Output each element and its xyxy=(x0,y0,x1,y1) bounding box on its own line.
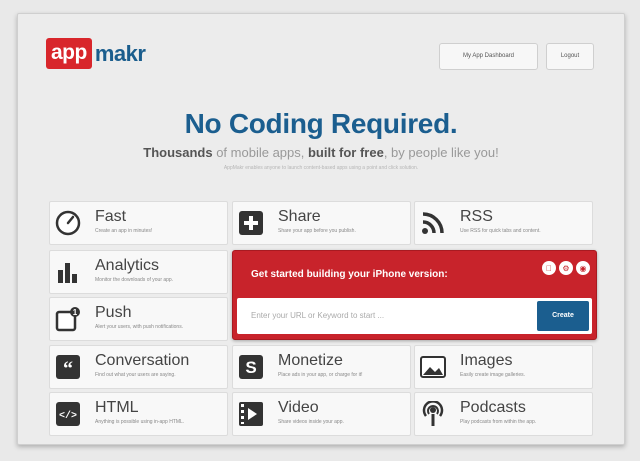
svg-text:1: 1 xyxy=(73,308,78,317)
feature-tile-fast[interactable]: Fast Create an app in minutes! xyxy=(49,201,228,245)
feature-desc: Create an app in minutes! xyxy=(95,228,153,234)
feature-title: Push xyxy=(95,304,132,321)
subtitle-part-2: of mobile apps, xyxy=(212,145,308,160)
feature-tile-images[interactable]: Images Easily create image galleries. xyxy=(414,345,593,389)
feature-title: Analytics xyxy=(95,257,160,274)
feature-desc: Place ads in your app, or charge for it! xyxy=(278,372,363,378)
subtitle-part-4: , by people like you! xyxy=(383,145,499,160)
subtitle-part-3: built for free xyxy=(307,145,384,160)
podcast-icon xyxy=(420,401,446,427)
rss-icon xyxy=(420,210,446,236)
feature-tile-share[interactable]: Share Share your app before you publish. xyxy=(232,201,411,245)
svg-text:</>: </> xyxy=(59,410,77,422)
feature-title: Images xyxy=(460,352,513,369)
hero-tagline: AppMakr enables anyone to launch content… xyxy=(223,165,419,171)
page-title: No Coding Required. xyxy=(184,108,458,139)
feature-title: Video xyxy=(278,399,319,416)
dollar-icon: S xyxy=(238,354,264,380)
feature-desc: Play podcasts from within the app. xyxy=(460,419,537,425)
feature-tile-conversation[interactable]: “ Conversation Find out what your users … xyxy=(49,345,228,389)
subtitle-part-1: Thousands xyxy=(143,145,213,160)
feature-title: Podcasts xyxy=(460,399,526,416)
speedometer-icon xyxy=(55,210,81,236)
feature-desc: Share your app before you publish. xyxy=(278,228,356,234)
input-placeholder: Enter your URL or Keyword to start ... xyxy=(251,311,385,320)
page-frame: app makr My App Dashboard Logout No Codi… xyxy=(17,13,625,445)
appmakr-logo[interactable]: app makr xyxy=(46,38,146,69)
feature-tile-video[interactable]: Video Share videos inside your app. xyxy=(232,392,411,436)
settings-icon[interactable]: ⚙ xyxy=(559,261,573,275)
my-app-dashboard-button[interactable]: My App Dashboard xyxy=(439,43,538,70)
bar-chart-icon xyxy=(55,259,81,285)
get-started-panel: Get started building your iPhone version… xyxy=(232,250,597,340)
feature-tile-analytics[interactable]: Analytics Monitor the downloads of your … xyxy=(49,250,228,294)
feature-desc: Use RSS for quick tabs and content. xyxy=(460,228,541,234)
feature-desc: Alert your users, with push notification… xyxy=(95,324,184,330)
feature-tile-html[interactable]: </> HTML Anything is possible using in-a… xyxy=(49,392,228,436)
feature-desc: Share videos inside your app. xyxy=(278,419,344,425)
cta-message: Get started building your iPhone version… xyxy=(251,269,448,280)
feature-title: HTML xyxy=(95,399,139,416)
feature-desc: Find out what your users are saying. xyxy=(95,372,176,378)
feature-title: Share xyxy=(278,208,321,225)
logo-makr-text: makr xyxy=(94,40,146,66)
logo-app-text: app xyxy=(46,38,92,69)
feature-tile-rss[interactable]: RSS Use RSS for quick tabs and content. xyxy=(414,201,593,245)
android-icon[interactable]: ◉ xyxy=(576,261,590,275)
create-button[interactable]: Create xyxy=(537,301,589,331)
feature-title: Fast xyxy=(95,208,127,225)
svg-text:“: “ xyxy=(63,358,73,379)
quote-icon: “ xyxy=(55,354,81,380)
feature-tile-push[interactable]: 1 Push Alert your users, with push notif… xyxy=(49,297,228,341)
film-icon xyxy=(238,401,264,427)
feature-desc: Monitor the downloads of your app. xyxy=(95,277,174,283)
apple-icon[interactable]:  xyxy=(542,261,556,275)
plus-icon xyxy=(238,210,264,236)
logout-button[interactable]: Logout xyxy=(546,43,594,70)
feature-title: RSS xyxy=(460,208,493,225)
feature-tile-podcasts[interactable]: Podcasts Play podcasts from within the a… xyxy=(414,392,593,436)
push-notification-icon: 1 xyxy=(55,306,81,332)
feature-tile-monetize[interactable]: S Monetize Place ads in your app, or cha… xyxy=(232,345,411,389)
feature-desc: Anything is possible using in-app HTML. xyxy=(95,419,185,425)
feature-desc: Easily create image galleries. xyxy=(460,372,526,378)
hero-subtitle: Thousands of mobile apps, built for free… xyxy=(18,145,624,160)
code-icon: </> xyxy=(55,401,81,427)
feature-title: Conversation xyxy=(95,352,190,369)
image-icon xyxy=(420,354,446,380)
svg-text:S: S xyxy=(245,358,256,377)
feature-title: Monetize xyxy=(278,352,343,369)
url-keyword-input[interactable]: Enter your URL or Keyword to start ... C… xyxy=(237,298,592,334)
